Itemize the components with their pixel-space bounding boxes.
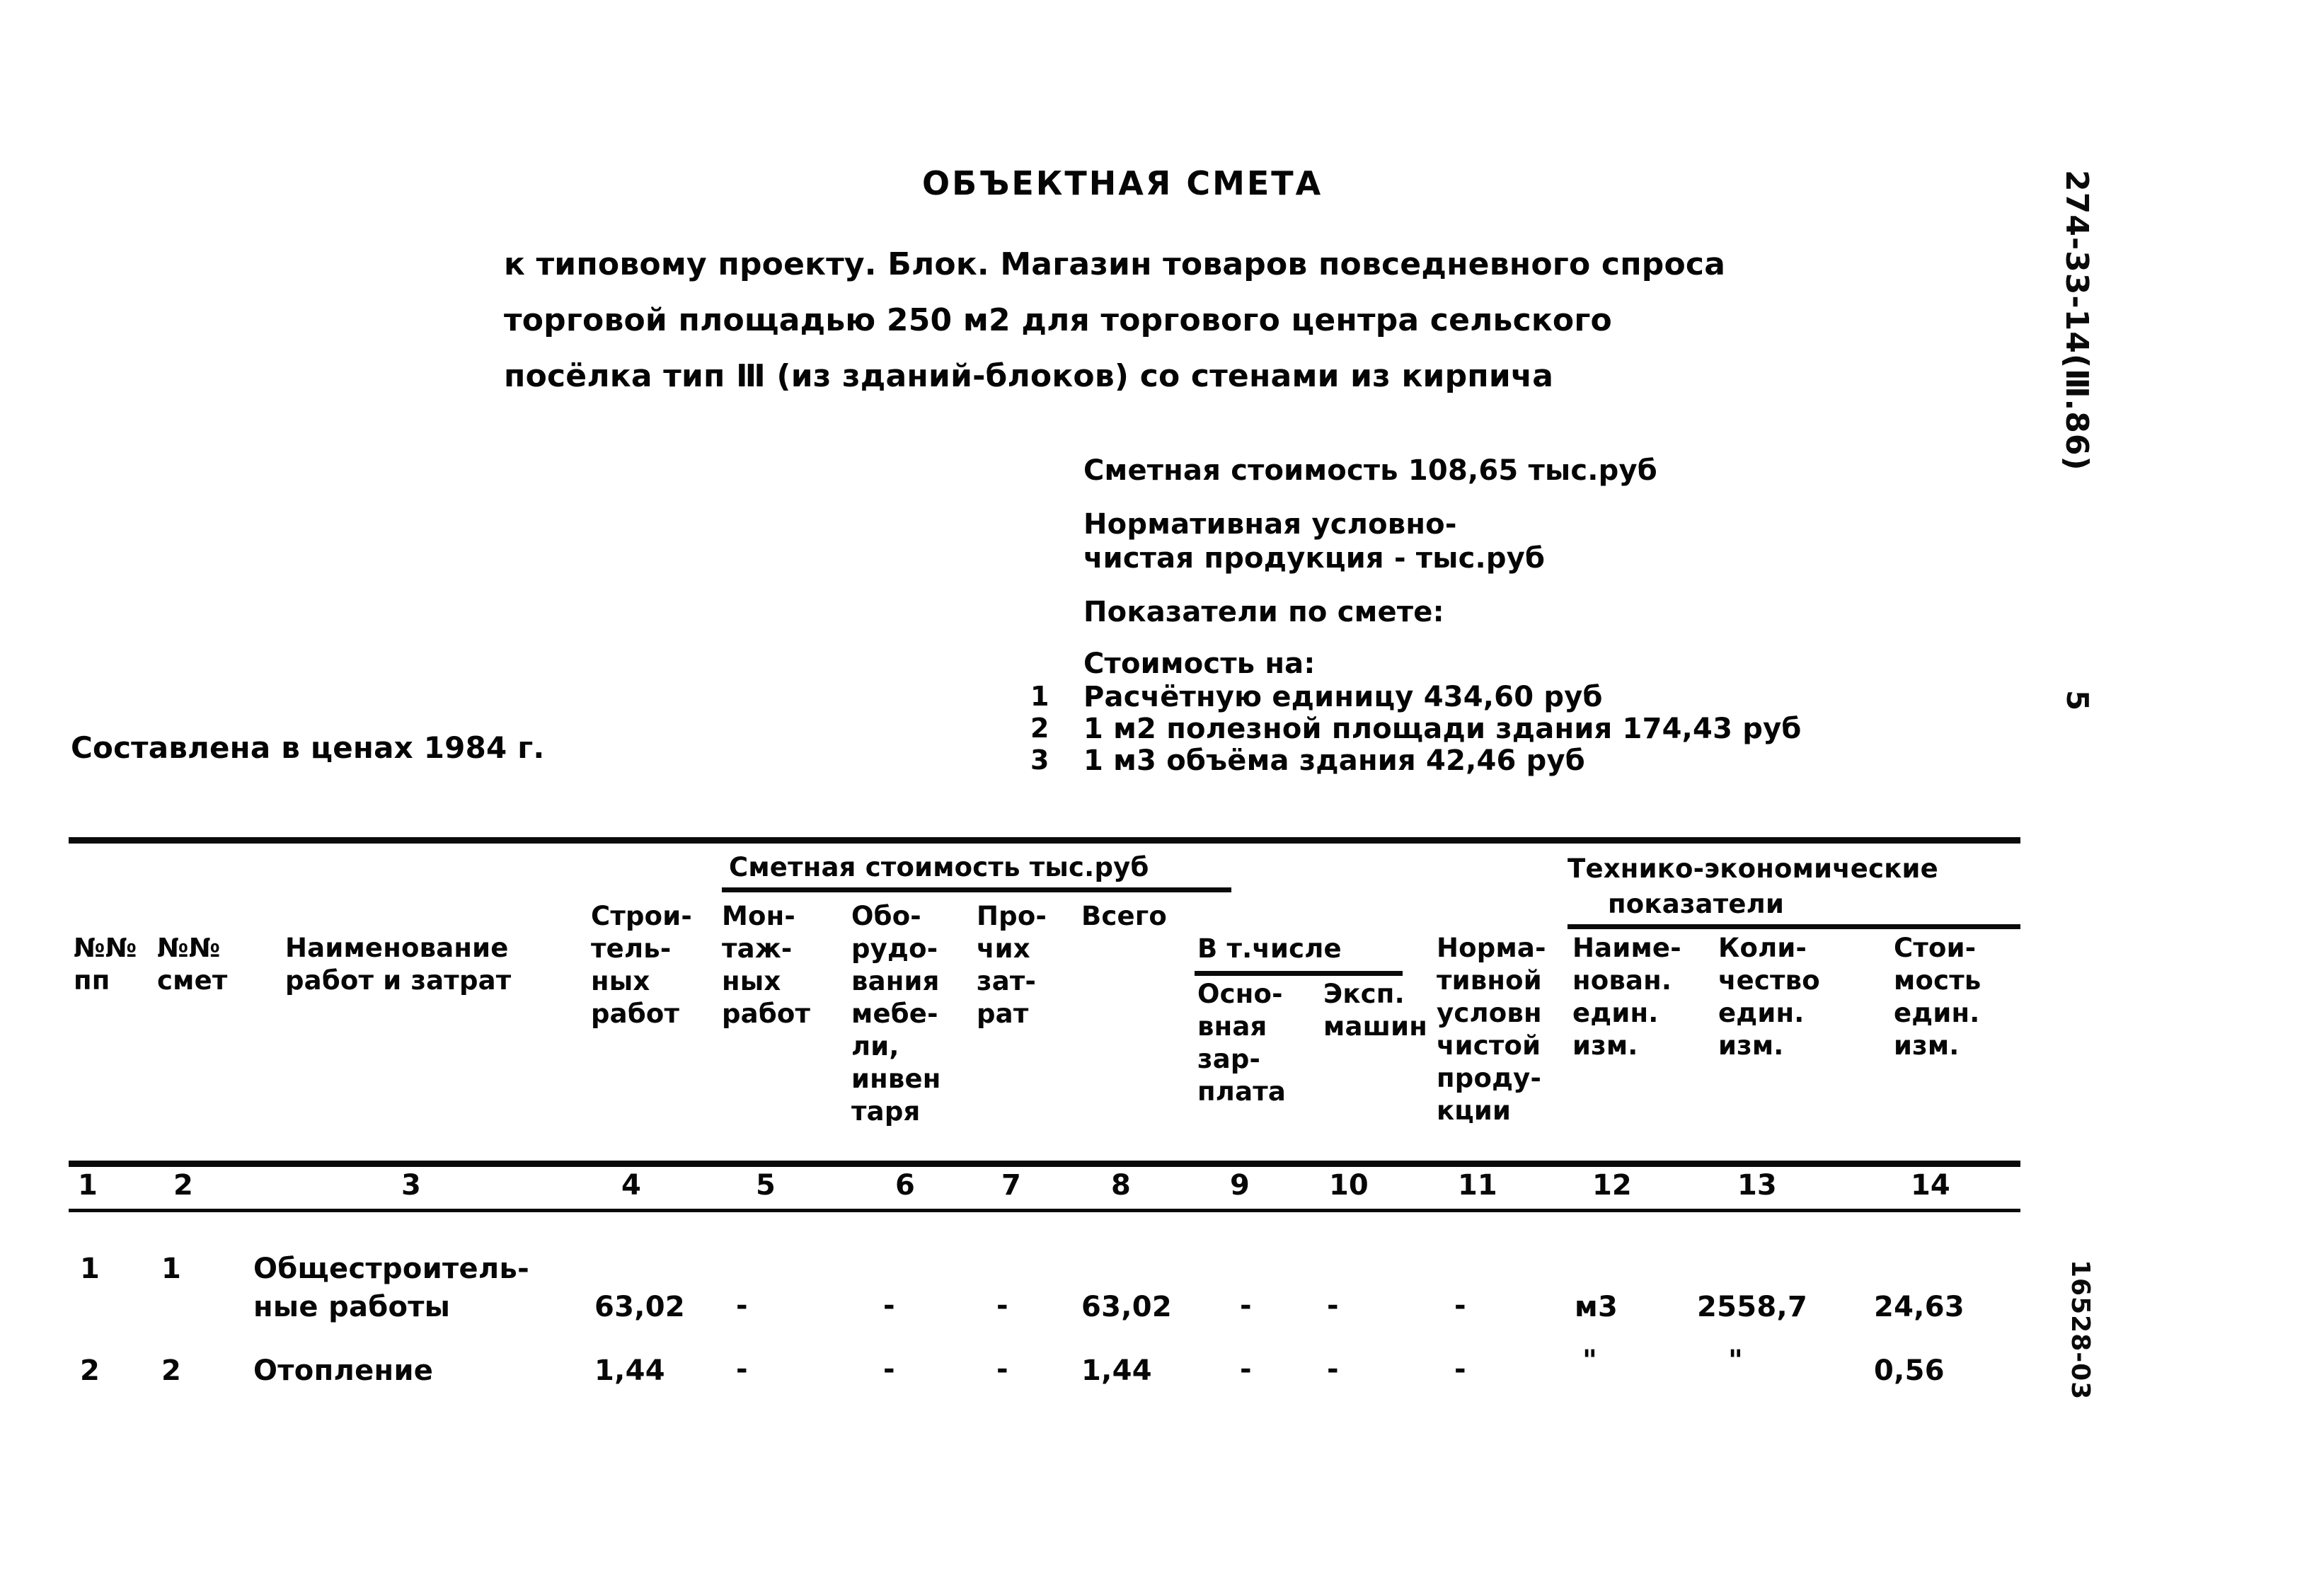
table-row: -: [883, 1353, 895, 1386]
table-row: 1: [80, 1253, 100, 1285]
table-row: 1,44: [594, 1354, 665, 1387]
indicator-text-3: 1 м3 объёма здания 42,46 руб: [1083, 744, 1585, 777]
column-number-1: 1: [78, 1169, 98, 1202]
indicator-number-1: 1: [1030, 681, 1049, 712]
column-number-7: 7: [1001, 1169, 1021, 1202]
table-row: ": [1582, 1345, 1597, 1377]
column-number-5: 5: [756, 1169, 776, 1202]
indicators-label: Показатели по смете:: [1083, 596, 1444, 628]
group-header-tech-econ-line1: Технико-экономические: [1567, 853, 1938, 884]
column-header-machines: Эксп. машин: [1323, 979, 1427, 1042]
table-row: 63,02: [1081, 1291, 1173, 1323]
group-header-tech-econ-line2: показатели: [1608, 889, 1785, 919]
column-number-4: 4: [621, 1169, 641, 1202]
indicator-text-1: Расчётную единицу 434,60 руб: [1083, 681, 1603, 713]
drawing-code: 274-33-14(Ⅲ.86): [2059, 170, 2095, 471]
table-row: 24,63: [1874, 1291, 1965, 1323]
page-number: 5: [2060, 690, 2095, 711]
column-number-6: 6: [895, 1169, 915, 1202]
table-row: ": [1728, 1345, 1743, 1377]
column-header-npp: Норма- тивной условн чистой проду- кции: [1437, 933, 1546, 1126]
table-row: 2: [161, 1354, 182, 1387]
npp-line-1: Нормативная условно-: [1083, 508, 1457, 541]
group-header-rule-tech: [1567, 924, 2020, 929]
cost-per-label: Стоимость на:: [1083, 648, 1316, 680]
table-row: м3: [1575, 1291, 1618, 1323]
npp-line-2: чистая продукция - тыс.руб: [1083, 542, 1546, 575]
column-number-3: 3: [401, 1169, 421, 1202]
column-header-base-salary: Осно- вная зар- плата: [1197, 979, 1287, 1107]
table-row: -: [1454, 1289, 1466, 1322]
column-header-name: Наименование работ и затрат: [285, 933, 512, 996]
table-row: -: [1240, 1353, 1252, 1386]
table-row: -: [736, 1289, 748, 1322]
column-header-unit-name: Наиме- нован. един. изм.: [1572, 933, 1681, 1061]
document-page: ОБЪЕКТНАЯ СМЕТА к типовому проекту. Блок…: [0, 0, 2324, 1588]
table-row: -: [1454, 1353, 1466, 1386]
archive-stamp: 16528-03: [2066, 1260, 2095, 1400]
column-number-11: 11: [1458, 1169, 1497, 1202]
table-row: -: [883, 1289, 895, 1322]
column-number-2: 2: [173, 1169, 193, 1202]
column-header-unit-qty: Коли- чество един. изм.: [1718, 933, 1820, 1061]
column-number-14: 14: [1911, 1169, 1950, 1202]
indicator-text-2: 1 м2 полезной площади здания 174,43 руб: [1083, 713, 1802, 745]
table-row: Отопление: [253, 1354, 434, 1387]
table-row: 0,56: [1874, 1354, 1945, 1387]
column-header-installation: Мон- таж- ных работ: [722, 901, 811, 1029]
table-row: -: [1240, 1289, 1252, 1322]
column-header-construction: Строи- тель- ных работ: [591, 901, 692, 1029]
table-row: 2558,7: [1697, 1291, 1808, 1323]
estimate-cost-line: Сметная стоимость 108,65 тыс.руб: [1083, 454, 1657, 487]
prices-note: Составлена в ценах 1984 г.: [71, 730, 545, 765]
table-row: -: [1327, 1289, 1339, 1322]
column-number-10: 10: [1329, 1169, 1369, 1202]
table-row: 63,02: [594, 1291, 686, 1323]
table-row: 1,44: [1081, 1354, 1152, 1387]
subtitle-line-3: посёлка тип Ⅲ (из зданий-блоков) со стен…: [504, 358, 1554, 394]
group-header-among-which: В т.числе: [1197, 933, 1342, 964]
table-colnum-top-rule: [69, 1161, 2020, 1167]
group-header-rule-among: [1195, 971, 1403, 976]
column-header-smeta: №№ смет: [157, 933, 228, 996]
table-colnum-bottom-rule: [69, 1209, 2020, 1212]
group-header-estimate-cost: Сметная стоимость тыс.руб: [729, 852, 1149, 882]
table-row: -: [1327, 1353, 1339, 1386]
column-header-pp: №№ пп: [74, 933, 137, 996]
column-header-equipment: Обо- рудо- вания мебе- ли, инвен таря: [851, 901, 941, 1127]
table-row: ные работы: [253, 1291, 451, 1323]
page-title: ОБЪЕКТНАЯ СМЕТА: [922, 164, 1323, 202]
table-row: 2: [80, 1354, 100, 1387]
table-row: Общестроитель-: [253, 1253, 530, 1285]
column-number-12: 12: [1592, 1169, 1632, 1202]
column-header-unit-cost: Стои- мость един. изм.: [1894, 933, 1981, 1061]
indicator-number-2: 2: [1030, 713, 1049, 744]
indicator-number-3: 3: [1030, 744, 1049, 776]
table-row: -: [736, 1353, 748, 1386]
table-row: -: [996, 1353, 1008, 1386]
group-header-rule-estimate: [722, 887, 1231, 892]
table-row: 1: [161, 1253, 182, 1285]
column-header-total: Всего: [1081, 901, 1167, 931]
column-header-other: Про- чих зат- рат: [977, 901, 1047, 1029]
table-row: -: [996, 1289, 1008, 1322]
subtitle-line-1: к типовому проекту. Блок. Магазин товаро…: [504, 246, 1726, 282]
column-number-13: 13: [1737, 1169, 1777, 1202]
column-number-9: 9: [1230, 1169, 1250, 1202]
table-top-rule: [69, 837, 2020, 844]
column-number-8: 8: [1111, 1169, 1131, 1202]
subtitle-line-2: торговой площадью 250 м2 для торгового ц…: [504, 302, 1612, 338]
